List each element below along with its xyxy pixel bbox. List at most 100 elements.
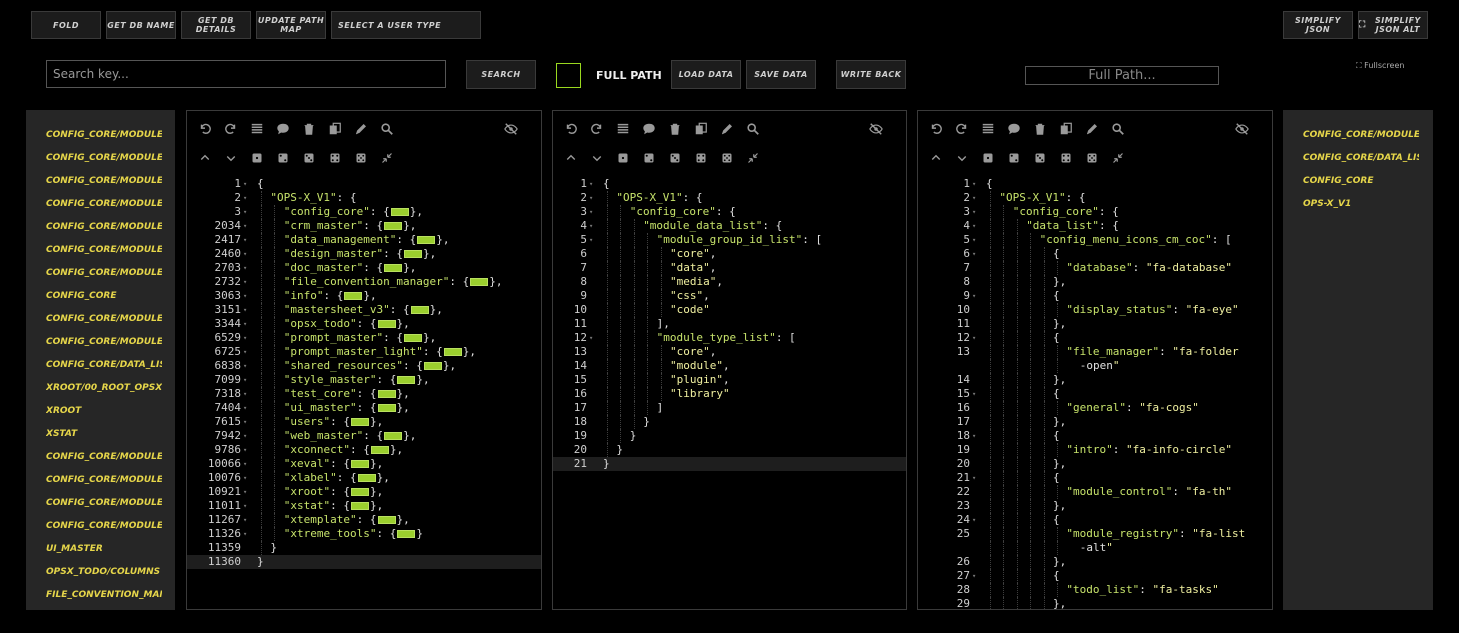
get-db-name-button[interactable]: GET DB NAME [106, 11, 176, 39]
search-input[interactable]: Search key... [46, 60, 446, 88]
fold-toggle-icon[interactable]: ▾ [243, 261, 247, 275]
collapsed-node-icon[interactable] [377, 320, 396, 328]
chevron-up-icon[interactable] [563, 150, 579, 166]
left-sidebar-item[interactable]: XSTAT [46, 429, 162, 439]
fold-toggle-icon[interactable]: ▾ [972, 233, 976, 247]
dice-three-icon[interactable] [301, 150, 317, 166]
chevron-down-icon[interactable] [954, 150, 970, 166]
comment-icon[interactable] [1006, 121, 1022, 137]
left-sidebar-item[interactable]: CONFIG_CORE/MODULE_F [46, 268, 162, 278]
comment-icon[interactable] [275, 121, 291, 137]
collapsed-node-icon[interactable] [404, 250, 423, 258]
dice-three-icon[interactable] [1032, 150, 1048, 166]
search-icon[interactable] [379, 121, 395, 137]
visibility-off-icon[interactable] [1234, 121, 1250, 137]
collapsed-node-icon[interactable] [384, 432, 403, 440]
fold-toggle-icon[interactable]: ▾ [589, 205, 593, 219]
dice-four-icon[interactable] [693, 150, 709, 166]
fold-toggle-icon[interactable]: ▾ [972, 205, 976, 219]
fold-toggle-icon[interactable]: ▾ [972, 471, 976, 485]
left-sidebar-item[interactable]: OPSX_TODO/COLUMNS [46, 567, 162, 577]
fold-toggle-icon[interactable]: ▾ [243, 457, 247, 471]
collapsed-node-icon[interactable] [397, 376, 416, 384]
dice-three-icon[interactable] [667, 150, 683, 166]
fold-toggle-icon[interactable]: ▾ [972, 331, 976, 345]
copy-icon[interactable] [693, 121, 709, 137]
fold-toggle-icon[interactable]: ▾ [972, 177, 976, 191]
left-sidebar-item[interactable]: XROOT [46, 406, 162, 416]
left-sidebar-item[interactable]: CONFIG_CORE [46, 291, 162, 301]
fullscreen-button[interactable]: ⛶ Fullscreen [1356, 61, 1404, 71]
fold-toggle-icon[interactable]: ▾ [972, 513, 976, 527]
collapsed-node-icon[interactable] [423, 362, 442, 370]
dice-five-icon[interactable] [1084, 150, 1100, 166]
fold-toggle-icon[interactable]: ▾ [972, 429, 976, 443]
collapse-icon[interactable] [745, 150, 761, 166]
fold-toggle-icon[interactable]: ▾ [589, 191, 593, 205]
collapsed-node-icon[interactable] [377, 516, 396, 524]
trash-icon[interactable] [667, 121, 683, 137]
collapsed-node-icon[interactable] [357, 474, 376, 482]
chevron-down-icon[interactable] [223, 150, 239, 166]
get-db-details-button[interactable]: GET DB DETAILS [181, 11, 251, 39]
undo-icon[interactable] [563, 121, 579, 137]
fold-toggle-icon[interactable]: ▾ [243, 289, 247, 303]
fold-toggle-icon[interactable]: ▾ [243, 303, 247, 317]
fold-toggle-icon[interactable]: ▾ [243, 359, 247, 373]
search-icon[interactable] [1110, 121, 1126, 137]
collapsed-node-icon[interactable] [377, 404, 396, 412]
format-icon[interactable] [615, 121, 631, 137]
trash-icon[interactable] [301, 121, 317, 137]
left-sidebar-item[interactable]: CONFIG_CORE/MODULE_F [46, 199, 162, 209]
collapsed-node-icon[interactable] [390, 208, 409, 216]
fold-toggle-icon[interactable]: ▾ [243, 191, 247, 205]
fold-toggle-icon[interactable]: ▾ [243, 177, 247, 191]
collapsed-node-icon[interactable] [351, 418, 370, 426]
fold-toggle-icon[interactable]: ▾ [243, 429, 247, 443]
left-sidebar-item[interactable]: CONFIG_CORE/MODULE_F [46, 475, 162, 485]
collapsed-node-icon[interactable] [351, 488, 370, 496]
fold-toggle-icon[interactable]: ▾ [972, 569, 976, 583]
redo-icon[interactable] [589, 121, 605, 137]
search-button[interactable]: SEARCH [466, 60, 536, 89]
collapsed-node-icon[interactable] [384, 264, 403, 272]
left-sidebar-item[interactable]: CONFIG_CORE/MODULE_F [46, 222, 162, 232]
format-icon[interactable] [980, 121, 996, 137]
collapsed-node-icon[interactable] [470, 278, 489, 286]
collapsed-node-icon[interactable] [410, 306, 429, 314]
fold-toggle-icon[interactable]: ▾ [243, 219, 247, 233]
fold-toggle-icon[interactable]: ▾ [243, 233, 247, 247]
search-icon[interactable] [745, 121, 761, 137]
fold-toggle-icon[interactable]: ▾ [243, 373, 247, 387]
fold-toggle-icon[interactable]: ▾ [243, 443, 247, 457]
fold-toggle-icon[interactable]: ▾ [243, 485, 247, 499]
dice-one-icon[interactable] [249, 150, 265, 166]
save-data-button[interactable]: SAVE DATA [746, 60, 816, 89]
right-sidebar-item[interactable]: CONFIG_CORE/DATA_LIST [1303, 153, 1419, 163]
trash-icon[interactable] [1032, 121, 1048, 137]
left-sidebar-item[interactable]: CONFIG_CORE/MODULE_F [46, 153, 162, 163]
fold-toggle-icon[interactable]: ▾ [243, 513, 247, 527]
copy-icon[interactable] [1058, 121, 1074, 137]
fold-toggle-icon[interactable]: ▾ [589, 177, 593, 191]
fold-toggle-icon[interactable]: ▾ [243, 401, 247, 415]
dice-two-icon[interactable] [1006, 150, 1022, 166]
visibility-off-icon[interactable] [868, 121, 884, 137]
dice-one-icon[interactable] [980, 150, 996, 166]
dice-two-icon[interactable] [275, 150, 291, 166]
json-editor-3[interactable]: 1 ▾{2 ▾ "OPS-X_V1": {3 ▾ "config_core": {4 ▾ "d… [917, 110, 1273, 610]
left-sidebar-item[interactable]: UI_MASTER [46, 544, 162, 554]
visibility-off-icon[interactable] [503, 121, 519, 137]
collapsed-node-icon[interactable] [370, 446, 389, 454]
chevron-down-icon[interactable] [589, 150, 605, 166]
fold-toggle-icon[interactable]: ▾ [972, 247, 976, 261]
right-sidebar-item[interactable]: CONFIG_CORE [1303, 176, 1419, 186]
chevron-up-icon[interactable] [197, 150, 213, 166]
simplify-json-button[interactable]: SIMPLIFY JSON [1283, 11, 1353, 39]
collapsed-node-icon[interactable] [344, 292, 363, 300]
collapsed-node-icon[interactable] [351, 460, 370, 468]
left-sidebar-item[interactable]: CONFIG_CORE/MODULE_F [46, 337, 162, 347]
fold-toggle-icon[interactable]: ▾ [243, 317, 247, 331]
update-path-map-button[interactable]: UPDATE PATH MAP [256, 11, 326, 39]
edit-icon[interactable] [353, 121, 369, 137]
